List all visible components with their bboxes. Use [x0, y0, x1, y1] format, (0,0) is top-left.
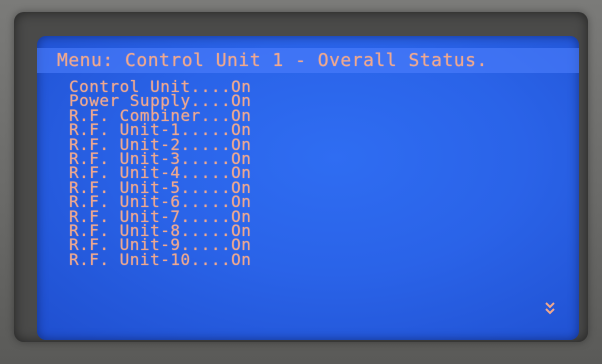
- status-list: Control Unit....On Power Supply....On R.…: [69, 78, 252, 269]
- chevron-double-down-icon[interactable]: [544, 301, 556, 315]
- device-photo: Menu: Control Unit 1 - Overall Status. C…: [0, 0, 602, 364]
- lcd-screen: Menu: Control Unit 1 - Overall Status. C…: [37, 36, 579, 340]
- status-item-rf-unit-10: R.F. Unit-10....On: [69, 249, 252, 269]
- menu-title: Menu: Control Unit 1 - Overall Status.: [57, 50, 488, 71]
